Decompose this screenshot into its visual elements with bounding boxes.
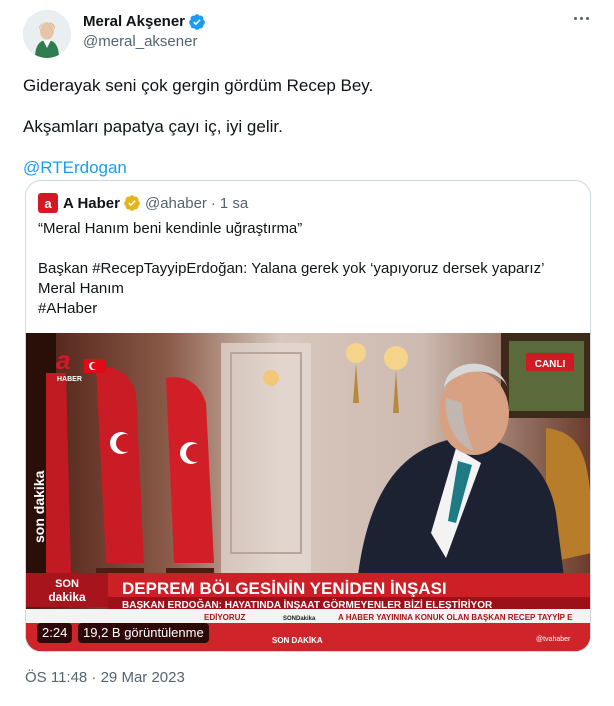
gold-verified-badge-icon [123, 194, 141, 212]
quote-author-name[interactable]: A Haber [63, 195, 120, 212]
side-banner-text: son dakika [31, 470, 47, 543]
author-name[interactable]: Meral Akşener [83, 12, 185, 32]
channel-logo-mark: a [56, 345, 70, 375]
tweet-line-2: Akşamları papatya çayı iç, iyi gelir. [23, 117, 283, 136]
video-duration: 2:24 [37, 623, 73, 643]
quote-separator: · [210, 194, 216, 212]
verified-badge-icon [188, 13, 206, 31]
son-dakika-top: SON [55, 578, 79, 590]
ticker-c: A HABER YAYININA KONUK OLAN BAŞKAN RECEP… [338, 613, 573, 622]
quote-line-3: Meral Hanım [38, 280, 124, 297]
quote-author-handle[interactable]: @ahaber [145, 195, 207, 212]
son-dakika-bottom: dakika [48, 590, 86, 604]
quote-line-4[interactable]: #AHaber [38, 299, 578, 319]
tweet-timestamp[interactable]: ÖS 11:48 · 29 Mar 2023 [25, 669, 185, 686]
tweet-line-1: Giderayak seni çok gergin gördüm Recep B… [23, 76, 374, 95]
avatar[interactable] [23, 10, 71, 58]
ahaber-logo-icon[interactable]: a [38, 193, 58, 213]
quote-text: “Meral Hanım beni kendinle uğraştırma” B… [26, 213, 590, 319]
channel-logo-sub: HABER [57, 376, 82, 383]
ticker-bottom-son: SON DAKİKA [272, 636, 323, 645]
video-headline: DEPREM BÖLGESİNİN YENİDEN İNŞASI [122, 579, 447, 598]
video-player[interactable]: a HABER CANLI son dakika SON dakika DEPR… [26, 333, 590, 651]
live-label: CANLI [535, 359, 566, 370]
video-frame: a HABER CANLI son dakika SON dakika DEPR… [26, 333, 590, 651]
video-view-count: 19,2 B görüntülenme [78, 623, 209, 643]
quote-line-2: Başkan #RecepTayyipErdoğan: Yalana gerek… [38, 260, 545, 277]
quote-header: a A Haber @ahaber · 1 sa [26, 181, 590, 213]
social-handle: @tvahaber [536, 636, 571, 643]
ticker-b: SONDakika [283, 616, 316, 622]
tweet-text: Giderayak seni çok gergin gördüm Recep B… [23, 74, 598, 179]
author-block: Meral Akşener @meral_aksener [83, 12, 206, 52]
author-handle[interactable]: @meral_aksener [83, 32, 206, 52]
quoted-tweet[interactable]: a A Haber @ahaber · 1 sa “Meral Hanım be… [25, 180, 591, 652]
more-options-icon[interactable] [568, 8, 594, 28]
mention-link[interactable]: @RTErdogan [23, 156, 598, 179]
tweet: Meral Akşener @meral_aksener Giderayak s… [0, 0, 614, 706]
quote-line-1: “Meral Hanım beni kendinle uğraştırma” [38, 220, 303, 237]
tweet-header: Meral Akşener @meral_aksener [23, 10, 598, 58]
quote-timestamp[interactable]: 1 sa [220, 195, 248, 212]
ticker-a: EDİYORUZ [204, 613, 245, 622]
